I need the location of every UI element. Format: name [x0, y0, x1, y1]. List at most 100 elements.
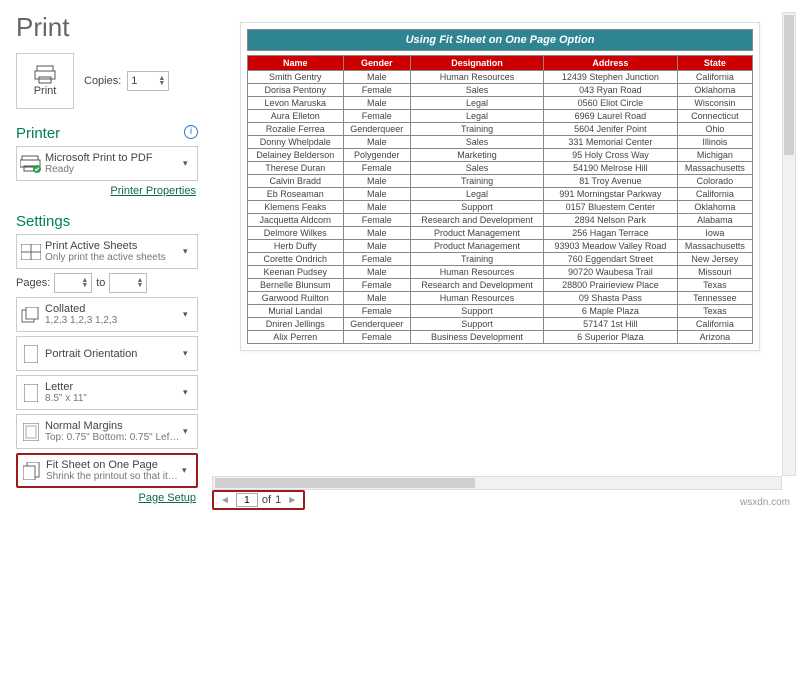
table-cell: 57147 1st Hill	[544, 318, 678, 331]
table-cell: Sales	[410, 84, 543, 97]
table-cell: 95 Holy Cross Way	[544, 149, 678, 162]
paper-size-selector[interactable]: Letter 8.5" x 11" ▾	[16, 375, 198, 410]
watermark: wsxdn.com	[740, 497, 790, 508]
pages-from-stepper[interactable]: ▲▼	[54, 273, 92, 293]
collation-selector[interactable]: Collated 1,2,3 1,2,3 1,2,3 ▾	[16, 297, 198, 332]
table-cell: Training	[410, 253, 543, 266]
table-cell: Product Management	[410, 240, 543, 253]
table-cell: Connecticut	[677, 110, 752, 123]
page-number-input[interactable]	[236, 493, 258, 507]
table-row: Keenan PudseyMaleHuman Resources90720 Wa…	[248, 266, 753, 279]
table-cell: Massachusetts	[677, 240, 752, 253]
table-row: Garwood RuiltonMaleHuman Resources09 Sha…	[248, 292, 753, 305]
table-cell: Marketing	[410, 149, 543, 162]
scaling-selector[interactable]: Fit Sheet on One Page Shrink the printou…	[16, 453, 198, 488]
printer-properties-link[interactable]: Printer Properties	[16, 185, 196, 197]
column-header: Gender	[343, 56, 410, 71]
table-cell: Jacquetta Aldcorn	[248, 214, 344, 227]
table-cell: Human Resources	[410, 266, 543, 279]
table-cell: 09 Shasta Pass	[544, 292, 678, 305]
table-cell: Delainey Belderson	[248, 149, 344, 162]
table-cell: Genderqueer	[343, 318, 410, 331]
chevron-down-icon: ▾	[182, 465, 196, 476]
table-cell: Genderqueer	[343, 123, 410, 136]
table-cell: Support	[410, 318, 543, 331]
table-cell: Female	[343, 279, 410, 292]
table-cell: Training	[410, 175, 543, 188]
orientation-selector[interactable]: Portrait Orientation ▾	[16, 336, 198, 371]
table-row: Alix PerrenFemaleBusiness Development6 S…	[248, 331, 753, 344]
table-cell: Product Management	[410, 227, 543, 240]
table-cell: Polygender	[343, 149, 410, 162]
table-cell: Wisconsin	[677, 97, 752, 110]
vertical-scrollbar[interactable]	[782, 12, 796, 476]
table-cell: Corette Ondrich	[248, 253, 344, 266]
table-cell: 93903 Meadow Valley Road	[544, 240, 678, 253]
table-cell: Alix Perren	[248, 331, 344, 344]
copies-value: 1	[131, 75, 137, 87]
table-cell: Arizona	[677, 331, 752, 344]
stepper-arrows-icon: ▲▼	[137, 278, 144, 288]
printer-heading: Printer i	[16, 125, 198, 142]
page-next-icon[interactable]: ►	[285, 495, 299, 506]
table-cell: Tennessee	[677, 292, 752, 305]
copies-stepper[interactable]: 1 ▲▼	[127, 71, 169, 91]
table-cell: Oklahoma	[677, 201, 752, 214]
table-cell: Klemens Feaks	[248, 201, 344, 214]
table-cell: Sales	[410, 136, 543, 149]
pages-label: Pages:	[16, 277, 50, 289]
table-cell: Calvin Bradd	[248, 175, 344, 188]
table-cell: Michigan	[677, 149, 752, 162]
table-cell: New Jersey	[677, 253, 752, 266]
stepper-arrows-icon: ▲▼	[81, 278, 88, 288]
table-cell: 28800 Prairieview Place	[544, 279, 678, 292]
table-cell: Garwood Ruilton	[248, 292, 344, 305]
table-cell: Ohio	[677, 123, 752, 136]
page-prev-icon[interactable]: ◄	[218, 495, 232, 506]
table-cell: Colorado	[677, 175, 752, 188]
table-cell: 043 Ryan Road	[544, 84, 678, 97]
table-cell: Aura Elleton	[248, 110, 344, 123]
page-setup-link[interactable]: Page Setup	[16, 492, 196, 504]
table-cell: Female	[343, 162, 410, 175]
table-row: Aura ElletonFemaleLegal6969 Laurel RoadC…	[248, 110, 753, 123]
fit-page-icon	[18, 462, 46, 480]
table-cell: Male	[343, 266, 410, 279]
table-cell: Male	[343, 71, 410, 84]
table-cell: 991 Morningstar Parkway	[544, 188, 678, 201]
page-navigator[interactable]: ◄ of 1 ►	[212, 490, 305, 510]
printer-selector[interactable]: Microsoft Print to PDF Ready ▾	[16, 146, 198, 181]
table-cell: Texas	[677, 279, 752, 292]
table-cell: Female	[343, 305, 410, 318]
table-cell: Legal	[410, 188, 543, 201]
column-header: Name	[248, 56, 344, 71]
chevron-down-icon: ▾	[183, 309, 197, 320]
printer-icon	[34, 65, 56, 85]
table-cell: Training	[410, 123, 543, 136]
table-cell: Support	[410, 201, 543, 214]
pages-to-stepper[interactable]: ▲▼	[109, 273, 147, 293]
table-cell: 0157 Bluestem Center	[544, 201, 678, 214]
table-row: Bernelle BlunsumFemaleResearch and Devel…	[248, 279, 753, 292]
preview-table: NameGenderDesignationAddressState Smith …	[247, 55, 753, 344]
table-cell: California	[677, 71, 752, 84]
margins-selector[interactable]: Normal Margins Top: 0.75" Bottom: 0.75" …	[16, 414, 198, 449]
table-row: Delainey BeldersonPolygenderMarketing95 …	[248, 149, 753, 162]
table-cell: 6969 Laurel Road	[544, 110, 678, 123]
table-cell: Texas	[677, 305, 752, 318]
table-cell: Murial Landal	[248, 305, 344, 318]
printer-name: Microsoft Print to PDF	[45, 152, 183, 164]
table-cell: 5604 Jenifer Point	[544, 123, 678, 136]
column-header: Designation	[410, 56, 543, 71]
horizontal-scrollbar[interactable]	[212, 476, 782, 490]
pages-to-label: to	[96, 277, 105, 289]
print-what-selector[interactable]: Print Active Sheets Only print the activ…	[16, 234, 198, 269]
print-button[interactable]: Print	[16, 53, 74, 109]
info-icon[interactable]: i	[184, 125, 198, 139]
column-header: Address	[544, 56, 678, 71]
table-row: Rozalie FerreaGenderqueerTraining5604 Je…	[248, 123, 753, 136]
table-row: Klemens FeaksMaleSupport0157 Bluestem Ce…	[248, 201, 753, 214]
table-cell: 0560 Eliot Circle	[544, 97, 678, 110]
table-cell: 6 Superior Plaza	[544, 331, 678, 344]
table-cell: Massachusetts	[677, 162, 752, 175]
